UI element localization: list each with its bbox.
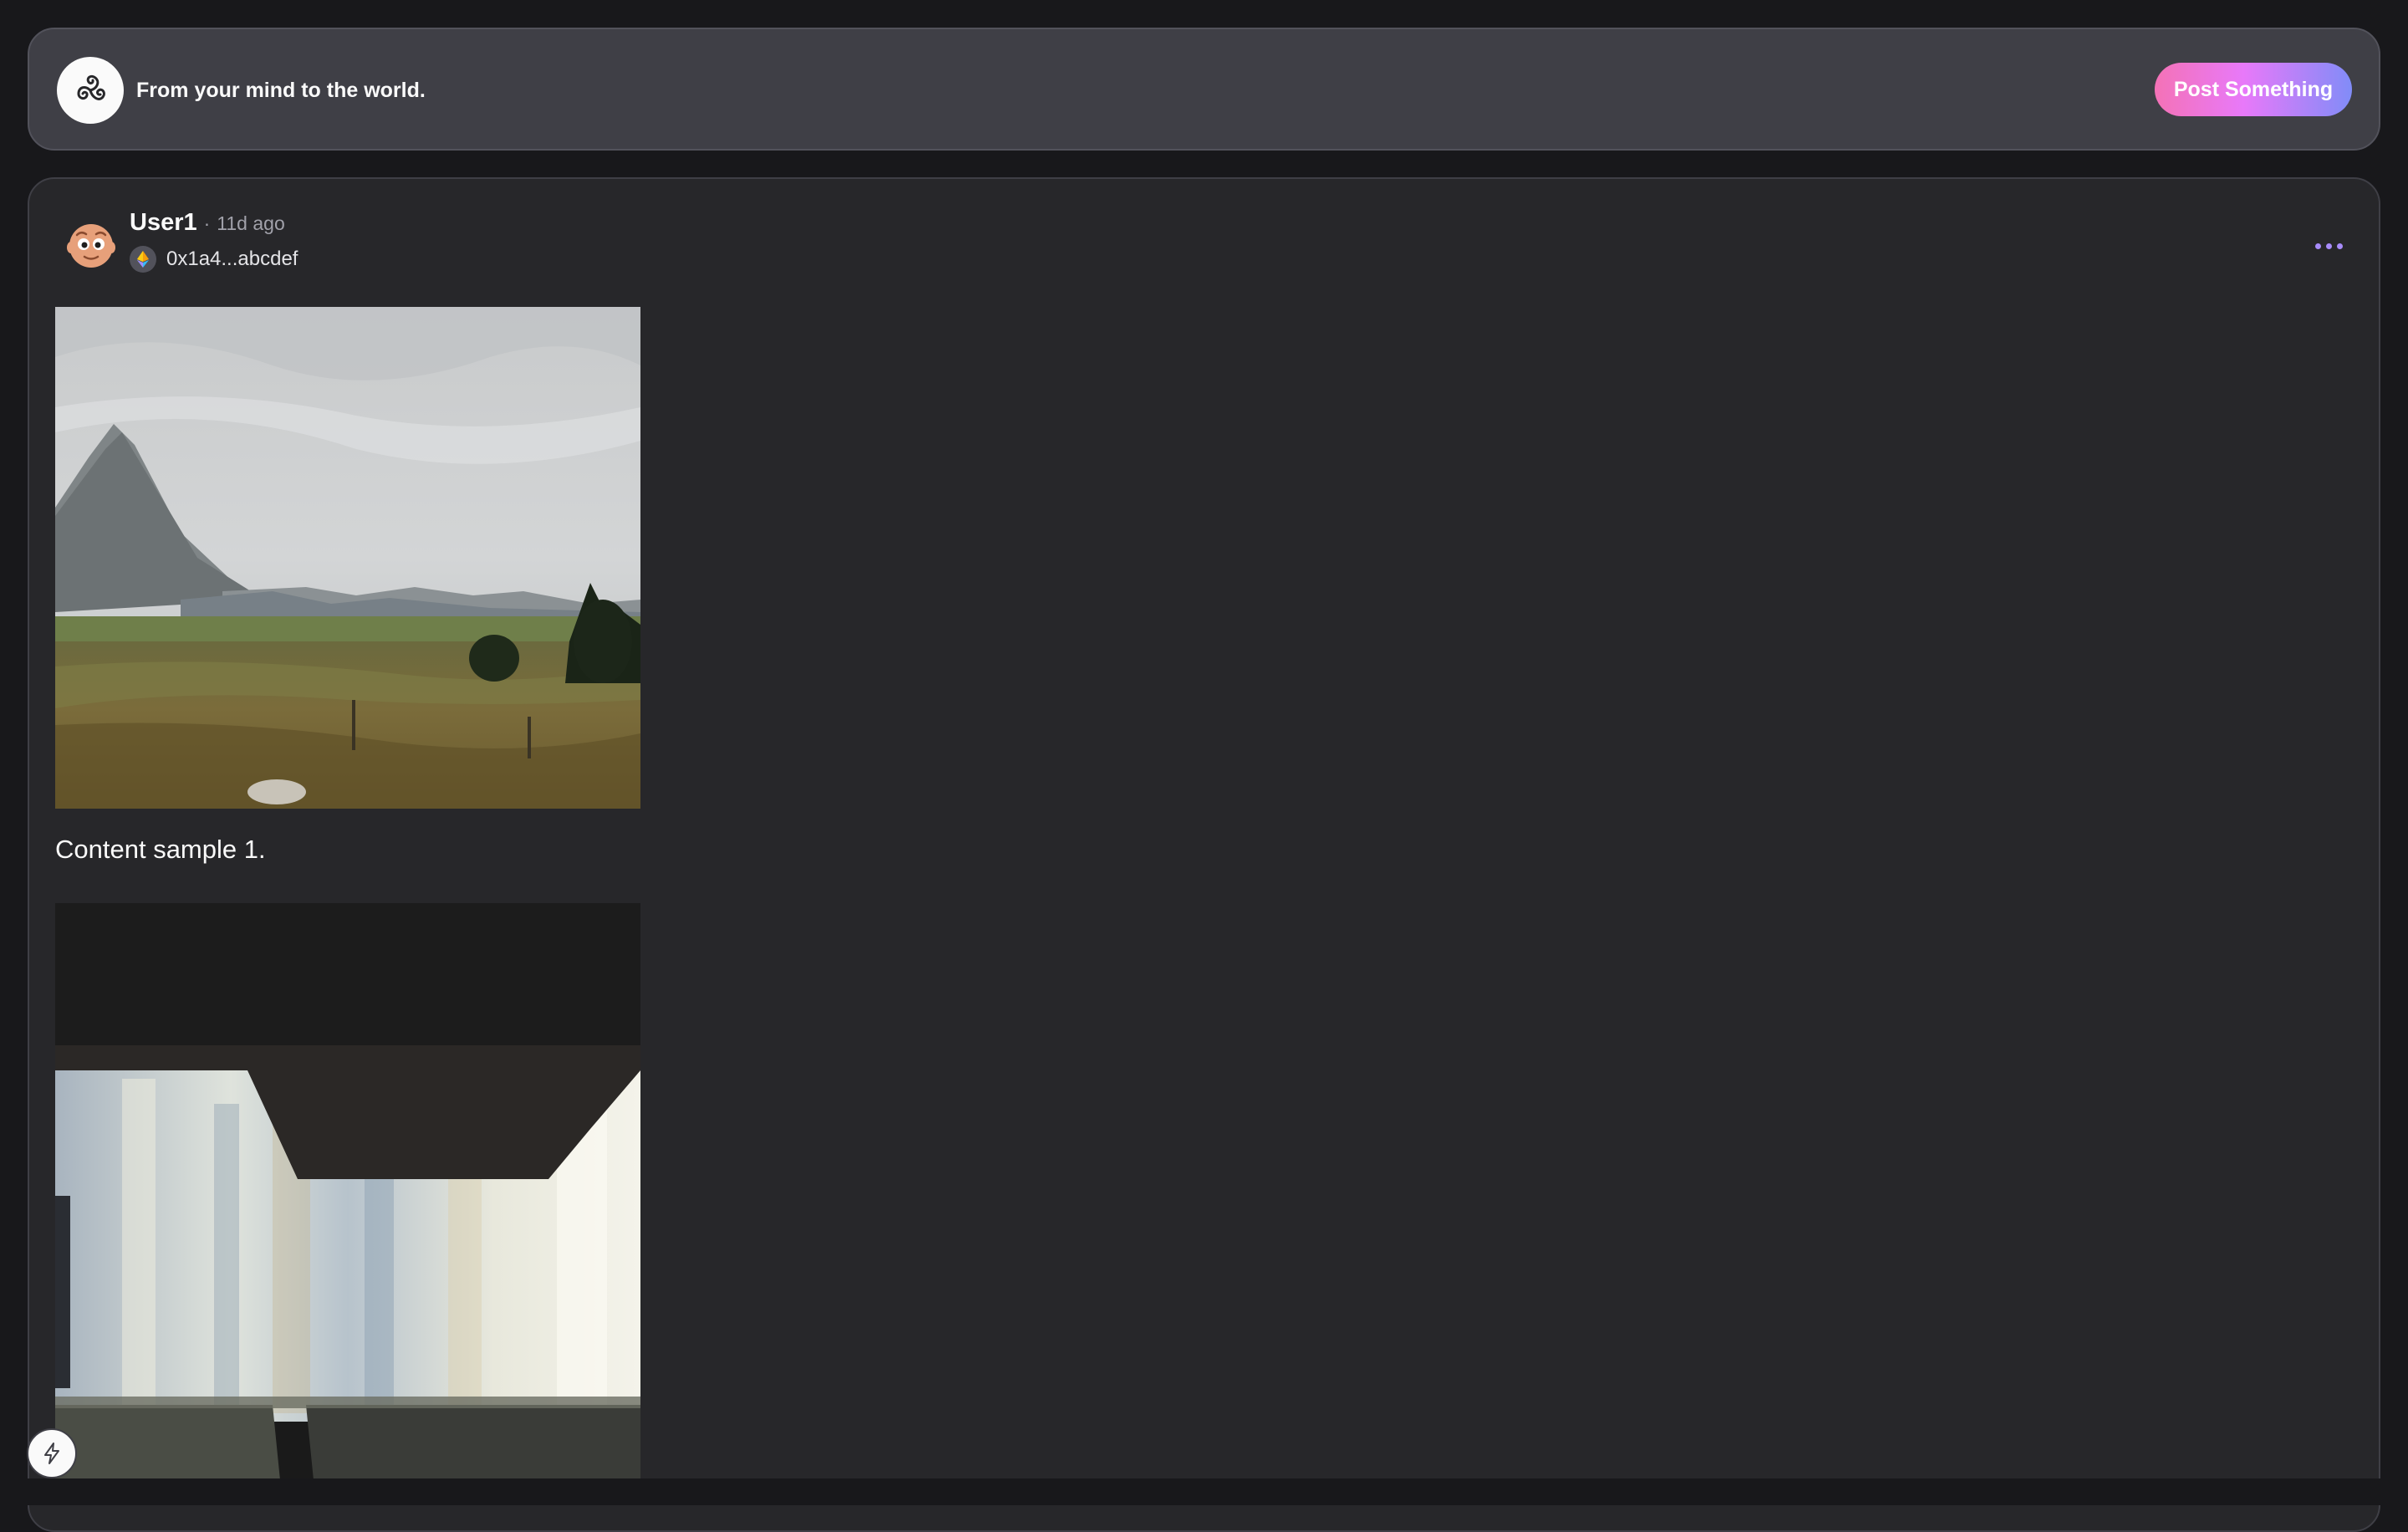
- post-something-button[interactable]: Post Something: [2155, 63, 2352, 116]
- avatar[interactable]: [66, 221, 116, 271]
- post-image-landscape[interactable]: [55, 307, 640, 809]
- author-name[interactable]: User1: [130, 209, 197, 237]
- bottom-strip: [0, 1478, 2408, 1505]
- post-image-interior[interactable]: [55, 903, 640, 1489]
- ethereum-icon: [130, 246, 156, 273]
- post-card: User1 · 11d ago 0x1a4...abcdef Content s…: [28, 177, 2380, 1532]
- wallet-address[interactable]: 0x1a4...abcdef: [166, 248, 298, 271]
- triskelion-icon[interactable]: [57, 57, 124, 124]
- more-options-button[interactable]: [2303, 229, 2354, 263]
- tagline: From your mind to the world.: [136, 79, 426, 102]
- lightning-bolt-icon[interactable]: [27, 1428, 77, 1478]
- separator: ·: [203, 212, 211, 234]
- author-line: User1 · 11d ago: [130, 209, 285, 237]
- wallet-line: 0x1a4...abcdef: [130, 246, 298, 273]
- post-timestamp: 11d ago: [217, 212, 285, 234]
- more-horizontal-icon: [2314, 243, 2321, 249]
- top-header: From your mind to the world. Post Someth…: [28, 28, 2380, 151]
- post-content: Content sample 1.: [55, 835, 266, 864]
